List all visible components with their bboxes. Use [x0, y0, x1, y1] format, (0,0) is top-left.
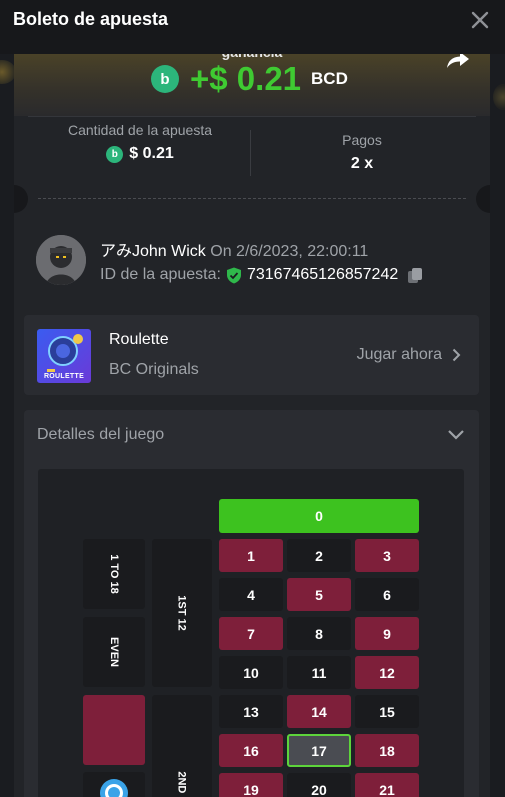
number-cell-21[interactable]: 21 [355, 773, 419, 797]
dozen-label: 2ND 12 [175, 771, 188, 797]
outside-bet-1-to-18[interactable]: 1 TO 18 [83, 539, 145, 609]
number-cell-5[interactable]: 5 [287, 578, 351, 611]
payout-stat: Pagos 2 x [264, 132, 460, 173]
dozen-label: 1ST 12 [176, 595, 188, 631]
divider [250, 130, 251, 176]
bet-id-value: 73167465126857242 [246, 266, 399, 283]
play-now-link[interactable]: Jugar ahora [357, 346, 461, 364]
number-cell-20[interactable]: 20 [287, 773, 351, 797]
perforation-line [38, 198, 466, 199]
outside-bet-red[interactable] [83, 695, 145, 765]
number-cell-10[interactable]: 10 [219, 656, 283, 689]
number-cell-3[interactable]: 3 [355, 539, 419, 572]
bet-ticket: ganancia b +$ 0.21 BCD Cantidad de la ap… [14, 54, 490, 797]
payout-value: 2 x [350, 155, 374, 172]
ticket-notch [14, 185, 28, 213]
modal-header: Boleto de apuesta [0, 0, 505, 54]
modal-title: Boleto de apuesta [13, 9, 169, 29]
game-thumbnail: ROULETTE [37, 329, 91, 383]
number-cell-4[interactable]: 4 [219, 578, 283, 611]
user-name[interactable]: アみJohn Wick [100, 243, 206, 260]
dozen-cell-1st[interactable]: 1ST 12 [152, 539, 212, 687]
number-cell-18[interactable]: 18 [355, 734, 419, 767]
win-banner: ganancia b +$ 0.21 BCD [14, 54, 490, 116]
number-cell-16[interactable]: 16 [219, 734, 283, 767]
number-cell-7[interactable]: 7 [219, 617, 283, 650]
game-provider: BC Originals [109, 361, 199, 378]
chip-icon [100, 779, 128, 797]
bet-amount-value: $ 0.21 [129, 145, 174, 162]
outside-bet-label: 1 TO 18 [107, 554, 120, 594]
win-amount-value: +$ 0.21 [190, 60, 302, 97]
ticket-notch [476, 185, 490, 213]
number-cell-17[interactable]: 17 [287, 734, 351, 767]
game-details-title[interactable]: Detalles del juego [37, 426, 164, 444]
number-cell-13[interactable]: 13 [219, 695, 283, 728]
close-icon[interactable] [469, 9, 491, 31]
dozen-cell-2nd[interactable]: 2ND 12 [152, 695, 212, 797]
play-now-label: Jugar ahora [356, 346, 442, 363]
game-name: Roulette [109, 331, 169, 348]
roulette-board: 0 1 2 3 4 5 6 7 8 9 10 11 12 13 14 15 16 17 18 19 20 21 1ST … [38, 469, 464, 797]
bet-id-label: ID de la apuesta: [100, 266, 221, 283]
bc-coin-icon: b [151, 65, 179, 93]
number-cell-12[interactable]: 12 [355, 656, 419, 689]
number-cell-9[interactable]: 9 [355, 617, 419, 650]
bc-coin-icon: b [106, 145, 124, 163]
number-cell-0[interactable]: 0 [219, 499, 419, 533]
outside-bet-even[interactable]: EVEN [83, 617, 145, 687]
number-cell-2[interactable]: 2 [287, 539, 351, 572]
number-cell-15[interactable]: 15 [355, 695, 419, 728]
bet-amount-label: Cantidad de la apuesta [68, 122, 212, 138]
payout-label: Pagos [342, 132, 382, 148]
number-cell-14[interactable]: 14 [287, 695, 351, 728]
divider [28, 116, 476, 117]
share-icon[interactable] [446, 54, 470, 70]
bet-stats: Cantidad de la apuesta b $ 0.21 Pagos 2 … [14, 122, 490, 180]
bet-user-info: アみJohn Wick On 2/6/2023, 22:00:11 ID de … [36, 235, 476, 285]
game-details-panel: Detalles del juego 0 1 2 3 4 5 6 7 8 9 10 11 12 13 14… [24, 410, 479, 797]
copy-icon[interactable] [407, 267, 423, 284]
number-cell-1[interactable]: 1 [219, 539, 283, 572]
avatar[interactable] [36, 235, 86, 285]
chevron-right-icon [452, 348, 461, 362]
win-amount: b +$ 0.21 BCD [151, 60, 348, 98]
win-currency: BCD [311, 69, 348, 88]
number-cell-19[interactable]: 19 [219, 773, 283, 797]
outside-bet-black[interactable] [83, 772, 145, 797]
game-card[interactable]: ROULETTE Roulette BC Originals Jugar aho… [24, 315, 479, 395]
number-cell-11[interactable]: 11 [287, 656, 351, 689]
chevron-down-icon[interactable] [447, 426, 465, 442]
number-cell-6[interactable]: 6 [355, 578, 419, 611]
bet-amount-stat: Cantidad de la apuesta b $ 0.21 [44, 122, 236, 163]
game-thumbnail-label: ROULETTE [43, 373, 85, 380]
outside-bet-label: EVEN [108, 637, 120, 667]
bet-datetime: On 2/6/2023, 22:00:11 [210, 243, 369, 260]
background-decoration [493, 84, 505, 110]
verified-shield-icon [226, 267, 241, 283]
number-cell-8[interactable]: 8 [287, 617, 351, 650]
